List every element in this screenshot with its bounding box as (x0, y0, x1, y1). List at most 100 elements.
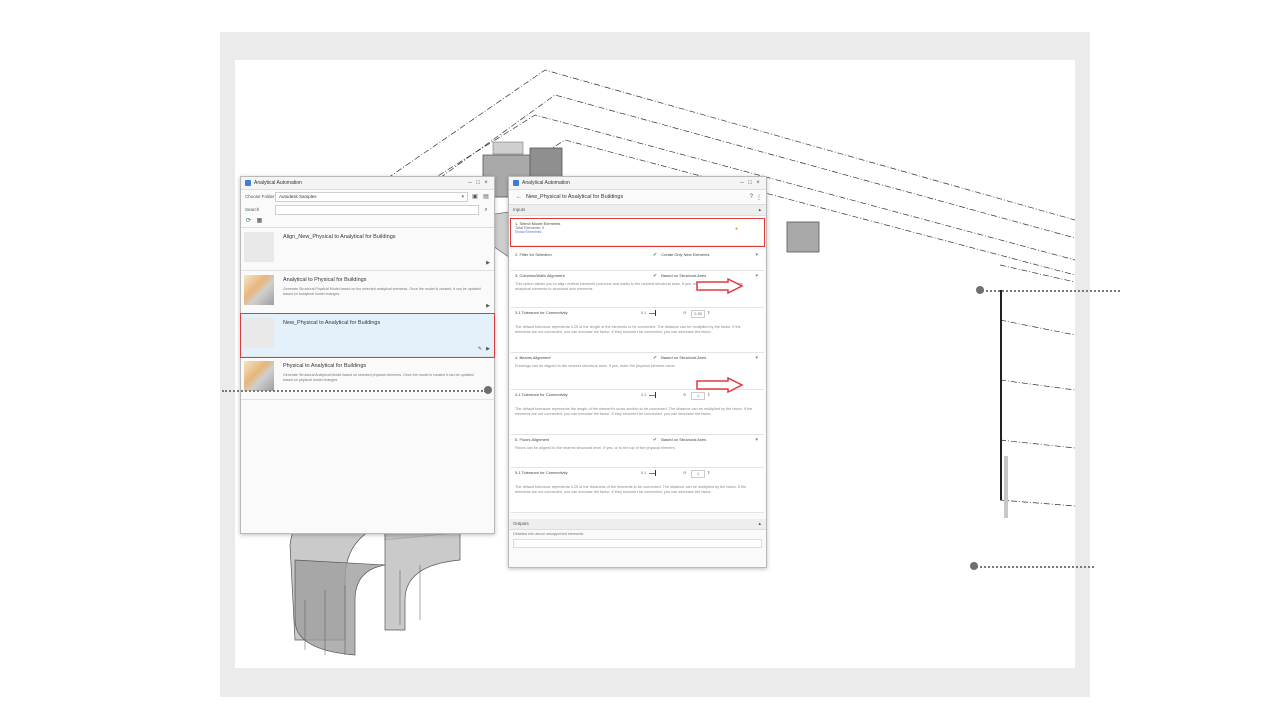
step-description: Floors can be aligned to the nearest str… (515, 446, 676, 450)
reset-icon[interactable]: ⊖ (683, 470, 686, 475)
slider-min-label: 0.1 (641, 393, 647, 397)
minimize-icon[interactable]: – (738, 180, 746, 186)
step-title: 4. Beams Alignment (515, 355, 551, 360)
list-toolbar: ⟳ ▦ (241, 216, 494, 228)
tolerance-value-field[interactable]: 1 (691, 392, 705, 400)
step-description: The default tolerance represents 0.25 of… (515, 325, 741, 334)
step-value-text: Based on Structural Axes (661, 437, 707, 442)
maximize-icon[interactable]: □ (746, 180, 754, 186)
callout-line (982, 290, 1120, 292)
outputs-section-header[interactable]: Outputs ▴ (509, 519, 766, 530)
search-input[interactable] (275, 204, 479, 215)
workflow-item[interactable]: Analytical to Physical for Buildings Gen… (241, 271, 494, 314)
search-label: Search (245, 207, 260, 212)
run-icon[interactable]: ▶ (486, 346, 490, 352)
red-arrow-icon (696, 278, 744, 294)
outputs-field-label: Detailed info about unsupported elements (513, 532, 584, 536)
edit-icon[interactable]: ✎ (478, 346, 482, 352)
workflow-thumbnail (244, 275, 274, 305)
step-description: The default tolerance represents the len… (515, 407, 753, 416)
step-value: ✔ Based on Structural Axes (653, 355, 706, 361)
chevron-down-icon: ▾ (461, 193, 464, 200)
slider-min-label: 0.1 (641, 471, 647, 475)
run-icon[interactable]: ▶ (486, 303, 490, 309)
red-arrow-icon (696, 377, 744, 393)
workflow-name: Physical to Analytical for Buildings (283, 363, 367, 369)
step-value-text: Create Only New Elements (661, 252, 710, 257)
step-title: 2. Filter for Selection (515, 252, 552, 257)
folder-dropdown[interactable]: Autodesk Samples ▾ (275, 191, 468, 202)
run-icon[interactable]: ▶ (486, 260, 490, 266)
save-icon[interactable]: ▣ (471, 193, 479, 201)
inputs-section-header[interactable]: Inputs ▴ (509, 205, 766, 216)
workflow-item[interactable]: Physical to Analytical for Buildings Gen… (241, 357, 494, 400)
tolerance-value-field[interactable]: 1 (691, 470, 705, 478)
chevron-down-icon[interactable]: ▾ (755, 252, 758, 258)
model-edge-shadow (1004, 456, 1008, 518)
step-filter[interactable]: 2. Filter for Selection ✔ Create Only New… (511, 250, 764, 271)
slider-handle[interactable] (655, 310, 656, 316)
minimize-icon[interactable]: – (466, 180, 474, 186)
check-icon: ✔ (653, 252, 658, 258)
workflow-detail-panel: Analytical Automation – □ × ← New_Physic… (508, 176, 767, 568)
tolerance-slider[interactable]: 0.1 ⊖ 1 ⇕ (641, 470, 727, 478)
close-icon[interactable]: × (482, 180, 490, 186)
callout-dot (970, 562, 978, 570)
outputs-field[interactable] (513, 539, 762, 548)
workflow-name: Analytical to Physical for Buildings (283, 277, 367, 283)
right-panel-title: Analytical Automation (522, 180, 570, 186)
choose-folder-label: Choose Folder (245, 194, 275, 199)
search-icon[interactable]: ⌕ (482, 206, 490, 214)
step-tolerance-3[interactable]: 5.1 Tolerance for Connectivity 0.1 ⊖ 1 ⇕… (511, 468, 764, 513)
chevron-down-icon[interactable]: ▾ (755, 437, 758, 443)
slider-handle[interactable] (655, 392, 656, 398)
show-elements-link[interactable]: Show Elements (515, 230, 760, 234)
step-tolerance-1[interactable]: 3.1 Tolerance for Connectivity 0.1 ⊖ 0.3… (511, 308, 764, 353)
reset-icon[interactable]: ⊖ (683, 310, 686, 315)
step-select-elements[interactable]: 1. Select Model Elements Total Elements:… (510, 218, 765, 247)
reset-icon[interactable]: ⊖ (683, 392, 686, 397)
step-description: The default tolerance represents 0.25 of… (515, 485, 747, 494)
tolerance-value-field[interactable]: 0.35 (691, 310, 705, 318)
workflow-name: New_Physical to Analytical for Buildings (283, 320, 381, 326)
workflow-description: Generate Structural Physical Model based… (283, 287, 481, 296)
close-icon[interactable]: × (754, 180, 762, 186)
step-value: ✔ Based on Structural Axes (653, 437, 706, 443)
step-floors[interactable]: 5. Floors Alignment ✔ Based on Structural… (511, 435, 764, 468)
callout-line (976, 566, 1094, 568)
more-icon[interactable]: ⋮ (756, 194, 762, 201)
left-panel-titlebar: Analytical Automation – □ × (241, 177, 494, 190)
callout-line (222, 390, 486, 392)
check-icon: ✔ (653, 273, 658, 279)
slider-handle[interactable] (655, 470, 656, 476)
stepper-icon[interactable]: ⇕ (707, 310, 710, 315)
tolerance-slider[interactable]: 0.1 ⊖ 0.35 ⇕ (641, 310, 727, 318)
slider-min-label: 0.1 (641, 311, 647, 315)
maximize-icon[interactable]: □ (474, 180, 482, 186)
tolerance-slider[interactable]: 0.1 ⊖ 1 ⇕ (641, 392, 727, 400)
app-logo-icon (513, 180, 519, 186)
help-icon[interactable]: ? (750, 194, 753, 200)
app-logo-icon (245, 180, 251, 186)
left-panel-title: Analytical Automation (254, 180, 302, 186)
choose-folder-row: Choose Folder Autodesk Samples ▾ ▣ ▤ (241, 190, 494, 203)
folder-icon[interactable]: ▤ (482, 193, 490, 201)
step-title: 5. Floors Alignment (515, 437, 550, 442)
stepper-icon[interactable]: ⇕ (707, 470, 710, 475)
chevron-down-icon[interactable]: ▾ (755, 273, 758, 279)
callout-dot (976, 286, 984, 294)
check-icon: ✔ (653, 355, 658, 361)
chevron-up-icon: ▴ (758, 521, 761, 527)
list-view-icon[interactable]: ▦ (256, 218, 263, 225)
workflow-item[interactable]: Align_New_Physical to Analytical for Bui… (241, 228, 494, 271)
step-tolerance-2[interactable]: 4.1 Tolerance for Connectivity 0.1 ⊖ 1 ⇕… (511, 390, 764, 435)
workflow-thumbnail (244, 318, 274, 348)
chevron-down-icon[interactable]: ▾ (755, 355, 758, 361)
chevron-up-icon: ▴ (758, 207, 761, 213)
back-arrow-icon[interactable]: ← (516, 194, 522, 200)
refresh-icon[interactable]: ⟳ (245, 218, 252, 225)
model-edge-line (1000, 290, 1002, 500)
workflow-thumbnail (244, 232, 274, 262)
workflow-item-selected[interactable]: New_Physical to Analytical for Buildings… (240, 313, 495, 358)
step-description: Framings can be aligned to the nearest s… (515, 364, 676, 368)
